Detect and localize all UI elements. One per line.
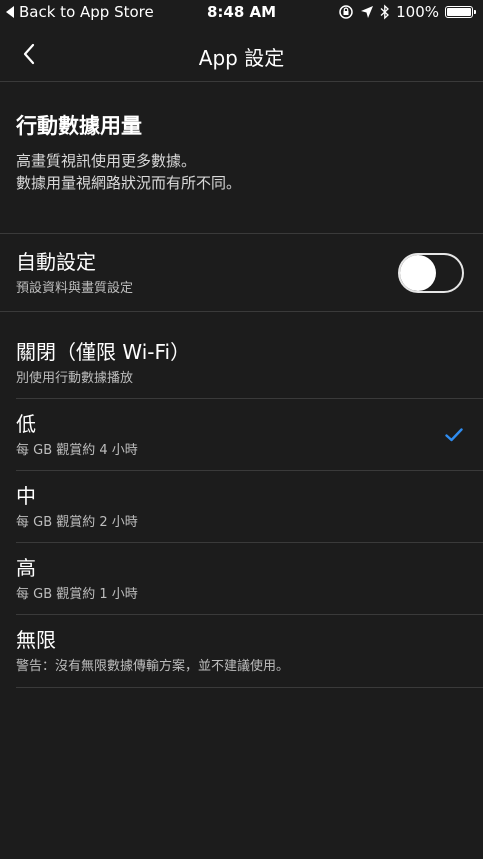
mobile-data-usage-section: 行動數據用量 高畫質視訊使用更多數據。 數據用量視網路狀況而有所不同。 (0, 82, 483, 234)
orientation-lock-icon (339, 5, 353, 19)
bluetooth-icon (380, 4, 390, 20)
option-label: 低 (16, 412, 36, 436)
divider (16, 687, 483, 688)
battery-icon (445, 6, 476, 18)
option-high[interactable]: 高 每 GB 觀賞約 1 小時 (0, 543, 483, 615)
option-label: 無限 (16, 628, 56, 652)
option-label: 中 (16, 484, 36, 508)
toggle-knob (400, 255, 436, 291)
section-description-line-1: 高畫質視訊使用更多數據。 (16, 152, 197, 170)
navigation-bar: App 設定 (0, 26, 483, 82)
checkmark-icon (445, 428, 463, 442)
location-arrow-icon (361, 6, 374, 18)
option-label: 關閉（僅限 Wi-Fi） (16, 340, 191, 364)
status-indicators: 100% (338, 3, 476, 21)
battery-level (447, 8, 471, 16)
section-description-line-2: 數據用量視網路狀況而有所不同。 (16, 174, 242, 192)
option-sub: 每 GB 觀賞約 1 小時 (16, 587, 138, 602)
option-sub: 警告：沒有無限數據傳輸方案，並不建議使用。 (16, 659, 290, 674)
option-sub: 每 GB 觀賞約 4 小時 (16, 443, 138, 458)
section-description: 高畫質視訊使用更多數據。 數據用量視網路狀況而有所不同。 (16, 150, 241, 194)
page-title: App 設定 (198, 46, 285, 70)
option-label: 高 (16, 556, 36, 580)
option-off-wifi-only[interactable]: 關閉（僅限 Wi-Fi） 別使用行動數據播放 (0, 312, 483, 399)
option-sub: 每 GB 觀賞約 2 小時 (16, 515, 138, 530)
section-title: 行動數據用量 (16, 114, 142, 138)
auto-setting-sub: 預設資料與畫質設定 (16, 281, 134, 296)
status-bar: Back to App Store 8:48 AM 100% (0, 0, 483, 26)
option-low[interactable]: 低 每 GB 觀賞約 4 小時 (0, 399, 483, 471)
auto-setting-label: 自動設定 (16, 250, 96, 274)
option-medium[interactable]: 中 每 GB 觀賞約 2 小時 (0, 471, 483, 543)
battery-percentage: 100% (396, 3, 439, 21)
auto-setting-row[interactable]: 自動設定 預設資料與畫質設定 (0, 234, 483, 312)
option-sub: 別使用行動數據播放 (16, 371, 134, 386)
auto-setting-toggle[interactable] (398, 253, 464, 293)
option-unlimited[interactable]: 無限 警告：沒有無限數據傳輸方案，並不建議使用。 (0, 615, 483, 688)
